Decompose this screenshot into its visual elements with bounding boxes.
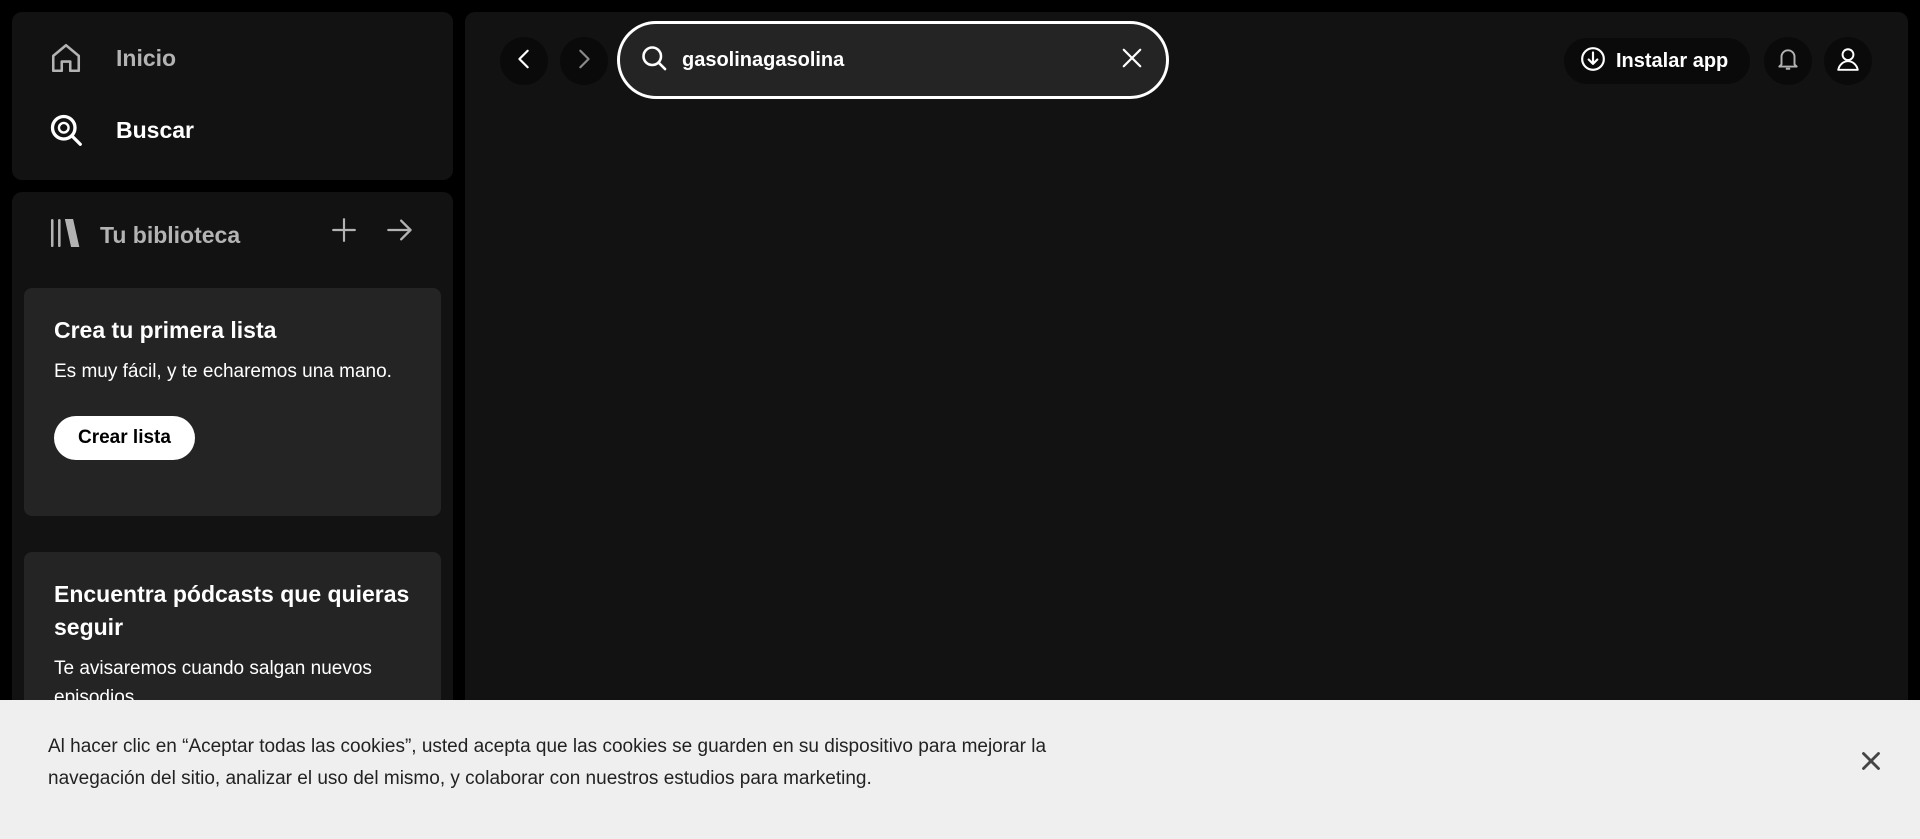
cookie-close-button[interactable] [1856,748,1886,778]
library-header[interactable]: Tu biblioteca [48,216,240,255]
profile-button[interactable] [1824,37,1872,85]
expand-library-button[interactable] [382,214,418,250]
back-button[interactable] [500,37,548,85]
search-icon [48,112,84,148]
create-playlist-card: Crea tu primera lista Es muy fácil, y te… [24,288,441,516]
bell-icon [1775,46,1801,77]
download-icon [1580,46,1606,77]
card-text: Es muy fácil, y te echaremos una mano. [54,361,392,382]
chevron-left-icon [513,48,535,75]
nav-home-label: Inicio [116,44,177,71]
plus-icon [331,217,357,248]
nav-home[interactable]: Inicio [48,40,176,76]
library-icon [48,216,82,255]
search-icon [640,44,668,77]
card-title: Encuentra pódcasts que quieras seguir [54,581,410,640]
nav-search-label: Buscar [116,116,194,143]
clear-search-button[interactable] [1116,44,1148,76]
cookie-banner: Al hacer clic en “Aceptar todas las cook… [0,700,1920,839]
create-list-button[interactable]: Crear lista [54,416,195,460]
install-app-button[interactable]: Instalar app [1564,38,1751,84]
create-playlist-button[interactable] [326,214,362,250]
card-title: Crea tu primera lista [54,317,277,343]
search-bar [617,21,1169,99]
arrow-right-icon [386,216,414,249]
nav-panel: Inicio Buscar [12,12,453,180]
forward-button[interactable] [560,37,608,85]
library-label: Tu biblioteca [100,222,241,248]
notifications-button[interactable] [1764,37,1812,85]
nav-search[interactable]: Buscar [48,112,194,148]
close-icon [1861,751,1881,776]
install-app-label: Instalar app [1616,49,1729,72]
search-input[interactable] [682,48,1102,72]
cookie-text: Al hacer clic en “Aceptar todas las cook… [48,736,1047,789]
chevron-right-icon [573,48,595,75]
app-window: Inicio Buscar Tu biblioteca Crea tu prim… [0,0,1920,839]
user-icon [1835,46,1861,77]
close-icon [1121,47,1143,74]
home-icon [48,40,84,76]
